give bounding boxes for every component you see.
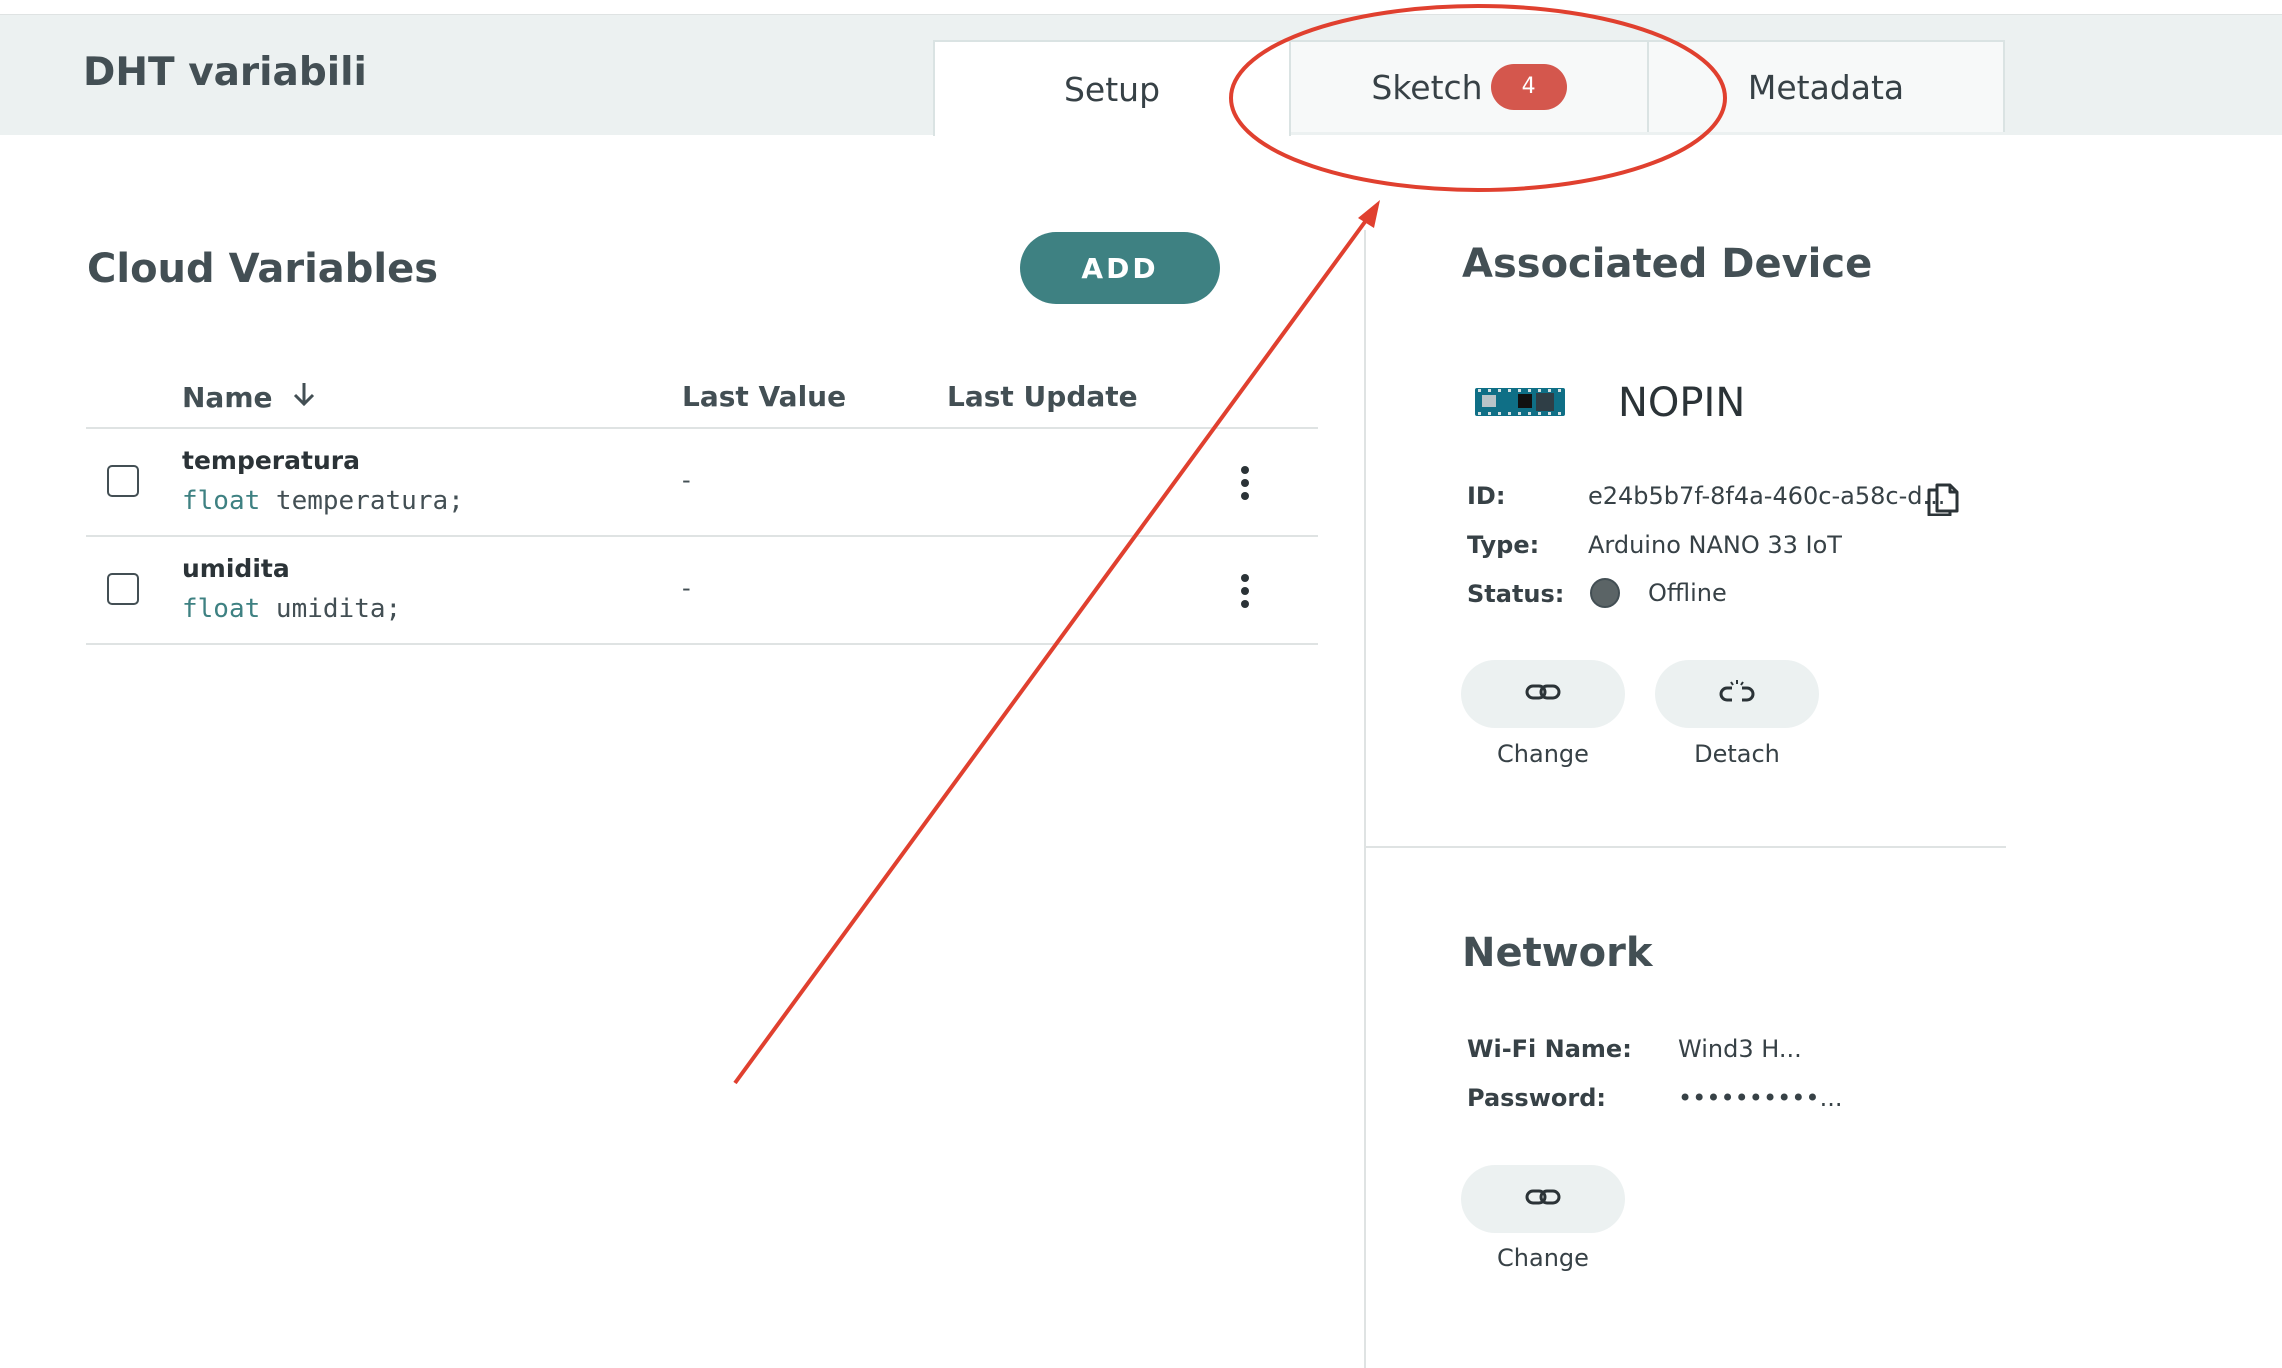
board-icon: [1474, 384, 1566, 424]
column-header-last-update: Last Update: [947, 380, 1138, 413]
add-variable-button[interactable]: ADD: [1020, 232, 1220, 304]
device-name: NOPIN: [1618, 380, 1746, 426]
password-value: ••••••••••...: [1678, 1084, 1843, 1112]
annotation-arrow-head: [1358, 200, 1380, 228]
variable-declaration: float temperatura;: [182, 486, 464, 516]
column-header-name[interactable]: Name: [182, 380, 317, 415]
top-border: [0, 0, 2282, 16]
network-title: Network: [1462, 930, 1653, 976]
detach-device-label: Detach: [1694, 740, 1780, 768]
table-row: [86, 537, 1318, 643]
tab-setup-label: Setup: [1063, 69, 1161, 109]
change-network-label: Change: [1497, 1244, 1589, 1272]
tab-metadata[interactable]: Metadata: [1647, 40, 2005, 132]
page-title: DHT variabili: [83, 50, 367, 95]
associated-device-title: Associated Device: [1462, 241, 1873, 287]
device-type-label: Type:: [1467, 531, 1540, 559]
password-label: Password:: [1467, 1084, 1606, 1112]
link-icon: [1525, 682, 1561, 706]
variable-declaration-rest: temperatura;: [260, 486, 464, 516]
sketch-count-badge: 4: [1490, 64, 1567, 110]
tab-setup[interactable]: Setup: [933, 40, 1291, 136]
wifi-name-value: Wind3 H...: [1678, 1035, 1802, 1063]
wifi-name-label: Wi-Fi Name:: [1467, 1035, 1632, 1063]
variable-name: umidita: [182, 554, 290, 583]
annotation-arrow-line: [733, 213, 1372, 1085]
more-options-icon[interactable]: [1241, 466, 1249, 500]
variable-declaration-rest: umidita;: [260, 594, 402, 624]
column-header-last-value: Last Value: [682, 380, 847, 413]
status-offline-icon: [1590, 578, 1620, 608]
tab-metadata-label: Metadata: [1747, 67, 1905, 107]
annotation-overlay: [733, 4, 1727, 1085]
change-network-button[interactable]: [1461, 1165, 1625, 1233]
cloud-variables-title: Cloud Variables: [87, 246, 439, 292]
variable-declaration: float umidita;: [182, 594, 401, 624]
section-divider: [1366, 846, 2006, 848]
more-options-icon[interactable]: [1241, 574, 1249, 608]
last-value: -: [682, 466, 691, 494]
device-id-label: ID:: [1467, 482, 1506, 510]
device-status-label: Status:: [1467, 580, 1565, 608]
row-checkbox-umidita[interactable]: [107, 573, 139, 605]
device-status-value: Offline: [1648, 579, 1727, 607]
row-checkbox-temperatura[interactable]: [107, 465, 139, 497]
last-value: -: [682, 574, 691, 602]
device-id-value: e24b5b7f-8f4a-460c-a58c-d...: [1588, 482, 1946, 510]
variable-type: float: [182, 594, 261, 624]
variable-name: temperatura: [182, 446, 360, 475]
link-icon: [1525, 1187, 1561, 1211]
table-row: [86, 429, 1318, 535]
tab-sketch[interactable]: Sketch 4: [1289, 40, 1649, 132]
change-device-label: Change: [1497, 740, 1589, 768]
panel-divider: [1364, 230, 1366, 1368]
unlink-icon: [1719, 678, 1755, 710]
row-divider: [86, 643, 1318, 645]
add-variable-label: ADD: [1081, 251, 1159, 285]
copy-icon[interactable]: [1924, 476, 1964, 520]
tab-sketch-label: Sketch: [1371, 67, 1483, 107]
column-name-label: Name: [182, 381, 273, 414]
variable-type: float: [182, 486, 261, 516]
device-type-value: Arduino NANO 33 IoT: [1588, 531, 1842, 559]
detach-device-button[interactable]: [1655, 660, 1819, 728]
change-device-button[interactable]: [1461, 660, 1625, 728]
sort-arrow-down-icon: [291, 380, 317, 415]
